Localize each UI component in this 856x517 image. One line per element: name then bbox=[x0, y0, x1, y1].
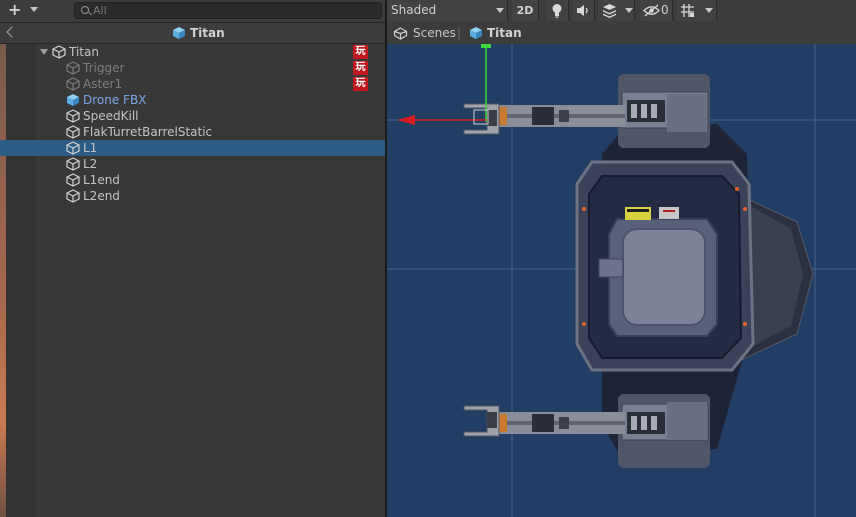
hierarchy-item[interactable]: L2 bbox=[0, 156, 385, 172]
hierarchy-item[interactable]: L1 bbox=[0, 140, 385, 156]
grid-icon bbox=[681, 4, 694, 17]
hierarchy-item[interactable]: FlakTurretBarrelStatic bbox=[0, 124, 385, 140]
back-arrow-icon[interactable] bbox=[6, 26, 18, 38]
prefab-title: Titan bbox=[172, 25, 225, 41]
gameobject-cube-icon bbox=[66, 173, 80, 187]
breadcrumb-scenes[interactable]: Scenes bbox=[393, 25, 456, 41]
scene-render bbox=[387, 44, 856, 517]
expand-arrow-icon[interactable] bbox=[40, 49, 48, 55]
hidden-objects-toggle[interactable]: 0 bbox=[640, 0, 673, 21]
gameobject-cube-icon bbox=[66, 109, 80, 123]
status-badge: 玩 bbox=[353, 77, 368, 91]
scene-breadcrumb-bar: Scenes | Titan bbox=[387, 22, 856, 45]
breadcrumb-titan-label: Titan bbox=[487, 26, 522, 40]
hierarchy-item-label: Aster1 bbox=[83, 77, 123, 91]
gameobject-cube-icon bbox=[66, 77, 80, 91]
create-dropdown-button[interactable]: + bbox=[4, 2, 40, 19]
gameobject-cube-icon bbox=[66, 125, 80, 139]
hierarchy-item[interactable]: SpeedKill bbox=[0, 108, 385, 124]
search-field[interactable] bbox=[74, 2, 382, 19]
2d-toggle-label: 2D bbox=[516, 4, 534, 17]
shading-mode-dropdown[interactable]: Shaded bbox=[387, 0, 508, 21]
hierarchy-item-label: L2end bbox=[83, 189, 120, 203]
scene-viewport[interactable] bbox=[387, 44, 856, 517]
shading-mode-label: Shaded bbox=[391, 3, 437, 17]
search-icon bbox=[81, 6, 89, 14]
status-badge: 玩 bbox=[353, 61, 368, 75]
breadcrumb-scenes-label: Scenes bbox=[413, 26, 456, 40]
lightbulb-icon bbox=[552, 4, 562, 18]
hierarchy-item-label: L2 bbox=[83, 157, 98, 171]
drone-model bbox=[463, 74, 814, 468]
hierarchy-item-label: Trigger bbox=[83, 61, 125, 75]
hierarchy-item-label: FlakTurretBarrelStatic bbox=[83, 125, 213, 139]
gameobject-cube-icon bbox=[66, 61, 80, 75]
transform-gizmo[interactable] bbox=[397, 44, 491, 125]
audio-toggle-button[interactable] bbox=[572, 0, 595, 21]
breadcrumb-separator: | bbox=[457, 26, 462, 40]
2d-toggle-button[interactable]: 2D bbox=[512, 0, 539, 21]
hierarchy-item[interactable]: Trigger 玩 bbox=[0, 60, 385, 76]
speaker-icon bbox=[577, 5, 588, 16]
hierarchy-item[interactable]: L2end bbox=[0, 188, 385, 204]
status-badge: 玩 bbox=[353, 45, 368, 59]
plus-icon: + bbox=[8, 0, 22, 19]
prefab-cube-icon bbox=[470, 27, 482, 39]
search-input[interactable] bbox=[93, 3, 373, 18]
prefab-cube-icon bbox=[67, 94, 79, 106]
scene-breadcrumb-header: Titan bbox=[0, 23, 385, 44]
chevron-down-icon bbox=[496, 8, 504, 13]
visibility-icon bbox=[643, 4, 660, 17]
hidden-count: 0 bbox=[661, 3, 669, 17]
lighting-toggle-button[interactable] bbox=[546, 0, 569, 21]
hierarchy-title: Titan bbox=[190, 26, 225, 40]
chevron-down-icon bbox=[705, 8, 713, 13]
prefab-cube-icon bbox=[173, 27, 185, 39]
hierarchy-item[interactable]: Drone FBX bbox=[0, 92, 385, 108]
gameobject-cube-icon bbox=[66, 189, 80, 203]
hierarchy-item-label: L1 bbox=[83, 141, 98, 155]
hierarchy-item[interactable]: L1end bbox=[0, 172, 385, 188]
grid-dropdown[interactable] bbox=[676, 0, 717, 21]
hierarchy-toolbar: + bbox=[0, 0, 385, 23]
effects-icon bbox=[603, 4, 616, 18]
gameobject-cube-icon bbox=[66, 141, 80, 155]
hierarchy-item[interactable]: Aster1 玩 bbox=[0, 76, 385, 92]
gameobject-cube-icon bbox=[66, 157, 80, 171]
scene-toolbar: Shaded 2D 0 bbox=[387, 0, 856, 23]
unity-logo-icon bbox=[393, 26, 408, 40]
gameobject-cube-icon bbox=[52, 45, 66, 59]
hierarchy-item-label: Titan bbox=[69, 45, 99, 59]
chevron-down-icon bbox=[625, 8, 633, 13]
hierarchy-item-label: SpeedKill bbox=[83, 109, 139, 123]
hierarchy-item-label: Drone FBX bbox=[83, 93, 147, 107]
hierarchy-item-label: L1end bbox=[83, 173, 120, 187]
hierarchy-item[interactable]: Titan 玩 bbox=[0, 44, 385, 60]
breadcrumb-titan[interactable]: Titan bbox=[469, 25, 522, 41]
effects-dropdown[interactable] bbox=[598, 0, 635, 21]
chevron-down-icon bbox=[30, 7, 38, 12]
